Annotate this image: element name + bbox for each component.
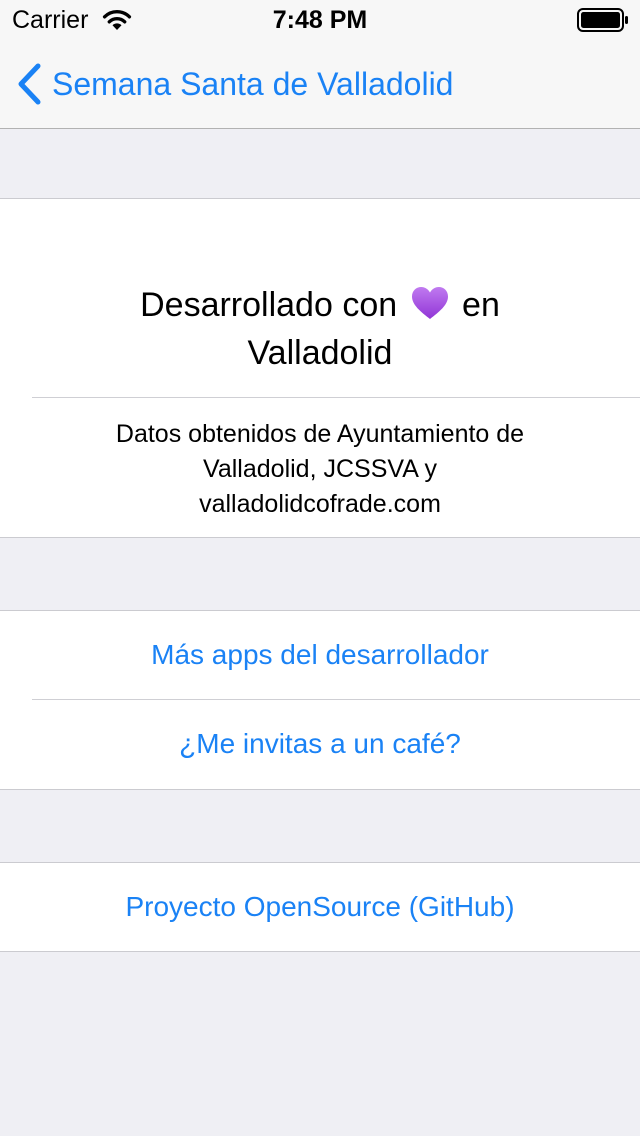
credits-line-2: Valladolid, JCSSVA y: [203, 455, 437, 483]
developer-headline: Desarrollado con en Valladolid: [40, 281, 600, 377]
headline-suffix: en: [462, 286, 500, 324]
status-bar: Carrier 7:48 PM: [0, 0, 640, 40]
developer-links-card: Más apps del desarrollador ¿Me invitas a…: [0, 610, 640, 790]
battery-icon: [577, 8, 628, 32]
back-button[interactable]: Semana Santa de Valladolid: [16, 62, 453, 106]
clock-label: 7:48 PM: [272, 6, 368, 34]
buy-coffee-label: ¿Me invitas a un café?: [179, 728, 461, 759]
chevron-left-icon: [18, 63, 41, 105]
headline-prefix: Desarrollado con: [140, 286, 398, 324]
navigation-bar: Semana Santa de Valladolid: [0, 40, 640, 129]
opensource-card: Proyecto OpenSource (GitHub): [0, 862, 640, 952]
credits-line-3: valladolidcofrade.com: [199, 490, 441, 518]
buy-coffee-link[interactable]: ¿Me invitas a un café?: [0, 700, 640, 788]
separator: [32, 397, 640, 398]
credits-line-1: Datos obtenidos de Ayuntamiento de: [115, 420, 525, 448]
opensource-github-label: Proyecto OpenSource (GitHub): [125, 891, 515, 922]
about-card: Desarrollado con en Valladolid Datos obt…: [0, 198, 640, 538]
data-credits: Datos obtenidos de Ayuntamiento de Valla…: [40, 417, 600, 522]
purple-heart-icon: [411, 287, 448, 319]
more-apps-label: Más apps del desarrollador: [151, 639, 489, 670]
more-apps-link[interactable]: Más apps del desarrollador: [0, 611, 640, 699]
headline-city: Valladolid: [247, 334, 393, 372]
back-button-label: Semana Santa de Valladolid: [52, 65, 454, 102]
opensource-github-link[interactable]: Proyecto OpenSource (GitHub): [0, 863, 640, 951]
